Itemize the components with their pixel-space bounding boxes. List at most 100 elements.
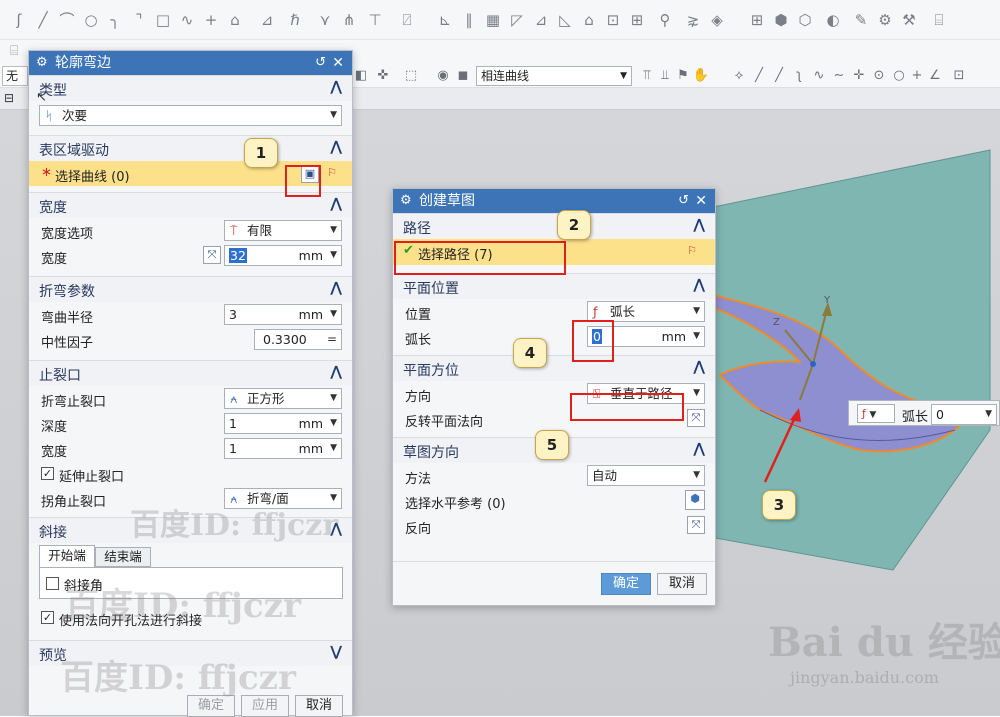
trim-icon[interactable]: ⊿ (258, 11, 276, 29)
type-filter-select[interactable]: 无选 (2, 66, 28, 86)
chevron-up-icon[interactable]: ⋀ (693, 441, 705, 457)
plane-position-section-header[interactable]: 平面位置 ⋀ (393, 273, 715, 299)
flatten-icon[interactable]: ⋧ (684, 11, 702, 29)
relief-section-header[interactable]: 止裂口 ⋀ (29, 360, 352, 386)
line-icon[interactable]: ╱ (34, 11, 52, 29)
point-icon[interactable]: + (202, 11, 220, 29)
curve-flag-icon[interactable]: ⚐ (323, 165, 341, 183)
rectangle-icon[interactable]: □ (154, 11, 172, 29)
flange-icon[interactable]: ◺ (556, 11, 574, 29)
chevron-up-icon[interactable]: ⋀ (693, 217, 705, 233)
snap-center-icon[interactable]: ⊙ (870, 67, 888, 85)
reset-icon[interactable]: ↺ (315, 51, 326, 75)
constraint-icon[interactable]: ⍁ (398, 11, 416, 29)
intersect-icon[interactable]: ⊤ (366, 11, 384, 29)
surface-icon[interactable]: ⬡ (796, 11, 814, 29)
type-section-header[interactable]: 类型 ⋀ (29, 75, 352, 101)
chevron-up-icon[interactable]: ⋀ (330, 280, 342, 296)
reverse-icon[interactable]: ⤧ (203, 246, 221, 264)
close-icon[interactable]: ✕ (695, 189, 707, 213)
width-input[interactable]: 32 mm ▼ (224, 245, 342, 266)
shade-icon[interactable]: ◐ (824, 11, 842, 29)
parallel-icon[interactable]: ∥ (460, 11, 478, 29)
tab-start[interactable]: 开始端 (39, 545, 95, 567)
offset-icon[interactable]: ⋎ (316, 11, 334, 29)
chevron-down-icon[interactable]: ⋁ (330, 644, 342, 660)
shape-icon[interactable]: ⌂ (226, 11, 244, 29)
path-section-header[interactable]: 路径 ⋀ (393, 213, 715, 239)
dialog-title-bar[interactable]: ⚙ 轮廓弯边 ↺ ✕ (29, 51, 352, 75)
snap-intersect-icon[interactable]: ∿ (810, 67, 828, 85)
solid-icon[interactable]: ⬢ (772, 11, 790, 29)
navigator-icon[interactable]: ⊟ (4, 91, 14, 105)
dimension-icon[interactable]: ⊾ (436, 11, 454, 29)
cube-icon[interactable]: ◼ (454, 67, 472, 85)
layout-icon[interactable]: ⊞ (748, 11, 766, 29)
cancel-button[interactable]: 取消 (657, 573, 707, 595)
snap-settings-icon[interactable]: ⊡ (950, 67, 968, 85)
curve-rule-select[interactable]: 相连曲线 ▼ (476, 66, 632, 86)
relief-icon[interactable]: ◸ (508, 11, 526, 29)
chevron-up-icon[interactable]: ⋀ (330, 79, 342, 95)
more-icon[interactable]: ⌸ (930, 11, 948, 29)
gear-icon[interactable]: ⚙ (400, 189, 412, 213)
bend-section-header[interactable]: 折弯参数 ⋀ (29, 276, 352, 302)
dialog-title-bar[interactable]: ⚙ 创建草图 ↺ ✕ (393, 189, 715, 213)
view-icon[interactable]: ◉ (434, 67, 452, 85)
position-select[interactable]: ƒ 弧长 ▼ (587, 301, 705, 322)
mirror-icon[interactable]: ⋔ (340, 11, 358, 29)
snap-point-icon[interactable]: ✛ (850, 67, 868, 85)
fillet-icon[interactable]: ╮ (106, 11, 124, 29)
drawing-icon[interactable]: ⚲ (656, 11, 674, 29)
chevron-up-icon[interactable]: ⋀ (330, 139, 342, 155)
reset-icon[interactable]: ↺ (678, 189, 689, 213)
ok-button[interactable]: 确定 (601, 573, 651, 595)
depth-input[interactable]: 1 mm ▼ (224, 413, 342, 434)
arc-icon[interactable]: ⌒ (58, 11, 76, 29)
unfold-icon[interactable]: ⊡ (604, 11, 622, 29)
onscreen-option-button[interactable]: ƒ ▼ (857, 404, 895, 423)
width-option-select[interactable]: ⍑ 有限 ▼ (224, 220, 342, 241)
snap-endpoint-icon[interactable]: ⟡ (730, 67, 748, 85)
snap-control-icon[interactable]: ʅ (790, 67, 808, 85)
path-flag-icon[interactable]: ⚐ (683, 243, 701, 261)
snap-existing-icon[interactable]: + (908, 67, 926, 85)
extend-relief-checkbox[interactable]: ✓ (41, 467, 54, 480)
cube-select-icon[interactable]: ⬢ (685, 490, 705, 510)
sheet-icon[interactable]: ⌸ (10, 43, 18, 59)
neutral-factor-input[interactable]: 0.3300 = (254, 329, 342, 350)
use-normal-checkbox[interactable]: ✓ (41, 611, 54, 624)
intersection-icon[interactable]: ⫪ (638, 67, 656, 85)
bend-relief-select[interactable]: ⍲ 正方形 ▼ (224, 388, 342, 409)
contour-icon[interactable]: ⌂ (580, 11, 598, 29)
cut-icon[interactable]: ◈ (708, 11, 726, 29)
snap-angle-icon[interactable]: ∠ (926, 67, 944, 85)
tangent-icon[interactable]: ⫫ (656, 67, 674, 85)
onscreen-arc-input[interactable]: 0 ▼ (931, 404, 997, 425)
miter-angle-checkbox[interactable] (46, 577, 59, 590)
jog-icon[interactable]: ⊞ (628, 11, 646, 29)
measure-icon[interactable]: ✎ (852, 11, 870, 29)
type-select[interactable]: ᛋ 次要 ▼ (39, 105, 342, 126)
chamfer-icon[interactable]: ⌝ (130, 11, 148, 29)
chevron-up-icon[interactable]: ⋀ (330, 364, 342, 380)
close-icon[interactable]: ✕ (332, 51, 344, 75)
relief-width-input[interactable]: 1 mm ▼ (224, 438, 342, 459)
tools-icon[interactable]: ⚒ (900, 11, 918, 29)
snap-icon[interactable]: ◧ (352, 67, 370, 85)
grid-icon[interactable]: ▦ (484, 11, 502, 29)
snap-line-icon[interactable]: ╱ (750, 67, 768, 85)
method-select[interactable]: 自动 ▼ (587, 465, 705, 486)
chevron-up-icon[interactable]: ⋀ (693, 277, 705, 293)
circle-icon[interactable]: ○ (82, 11, 100, 29)
sketch-curve-icon[interactable]: ʃ (10, 11, 28, 29)
snap-quadrant-icon[interactable]: ○ (890, 67, 908, 85)
plane-orientation-section-header[interactable]: 平面方位 ⋀ (393, 355, 715, 381)
stop-icon[interactable]: ✋ (692, 67, 710, 85)
surface-section-header[interactable]: 表区域驱动 ⋀ (29, 135, 352, 161)
extend-icon[interactable]: ℏ (286, 11, 304, 29)
reverse-direction-icon[interactable]: ⤧ (687, 516, 705, 534)
chevron-up-icon[interactable]: ⋀ (693, 359, 705, 375)
reverse-normal-icon[interactable]: ⤧ (687, 409, 705, 427)
polygon-icon[interactable]: ∿ (178, 11, 196, 29)
